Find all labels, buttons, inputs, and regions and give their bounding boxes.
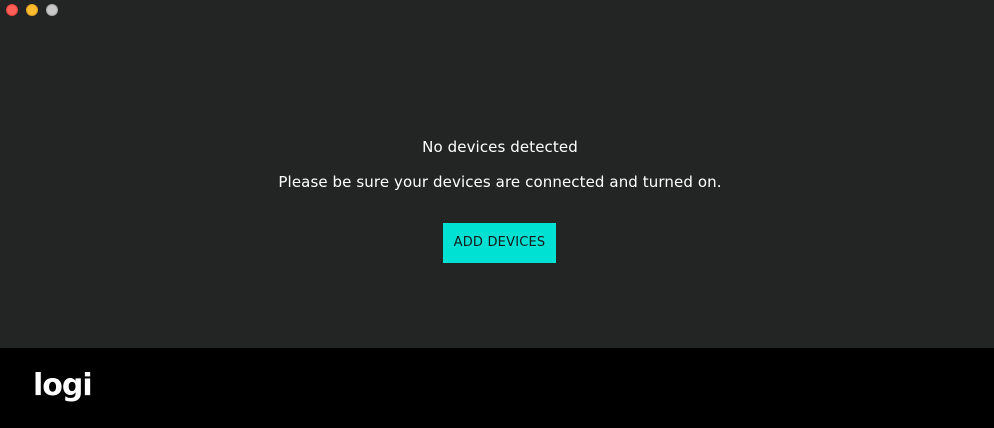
minimize-window-button[interactable] <box>26 4 38 16</box>
connection-hint-text: Please be sure your devices are connecte… <box>278 173 722 191</box>
zoom-window-button[interactable] <box>46 4 58 16</box>
window-controls <box>6 4 58 16</box>
close-window-button[interactable] <box>6 4 18 16</box>
add-devices-button[interactable]: ADD DEVICES <box>443 223 556 263</box>
app-window: No devices detected Please be sure your … <box>0 0 994 428</box>
logi-logo: logi <box>33 368 93 403</box>
main-content: No devices detected Please be sure your … <box>0 0 994 348</box>
footer-bar: logi <box>0 348 994 428</box>
no-devices-heading: No devices detected <box>422 138 578 156</box>
